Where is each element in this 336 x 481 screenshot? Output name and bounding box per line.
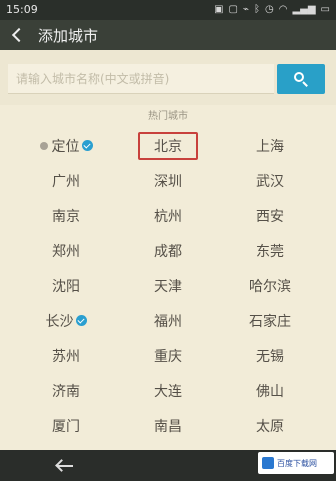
city-item[interactable]: 广州 bbox=[15, 163, 117, 198]
city-name: 定位 bbox=[51, 138, 80, 155]
wifi-icon: ◠ bbox=[278, 4, 288, 15]
city-name: 长沙 bbox=[45, 313, 74, 330]
city-item[interactable]: 苏州 bbox=[15, 338, 117, 373]
city-item[interactable]: 长沙 bbox=[15, 303, 117, 338]
usb-icon: ⌁ bbox=[242, 4, 249, 15]
city-name: 广州 bbox=[52, 173, 80, 190]
city-item[interactable]: 太原 bbox=[219, 408, 321, 443]
city-item[interactable]: 杭州 bbox=[117, 198, 219, 233]
hot-cities-grid: 定位 北京 上海广州 深圳 武汉南京 杭州 西安郑州 成都 东莞沈阳 天津 哈尔滨长沙 福州 石家庄苏州… bbox=[0, 128, 336, 443]
back-chevron-icon[interactable] bbox=[11, 27, 27, 43]
city-item[interactable]: 西安 bbox=[219, 198, 321, 233]
watermark-logo-icon bbox=[262, 457, 274, 469]
battery-icon: ▭ bbox=[320, 4, 330, 15]
city-search-input[interactable] bbox=[8, 64, 274, 94]
city-item[interactable]: 定位 bbox=[15, 128, 117, 163]
hot-cities-header: 热门城市 bbox=[148, 111, 188, 122]
city-item[interactable]: 深圳 bbox=[117, 163, 219, 198]
city-item[interactable]: 北京 bbox=[117, 128, 219, 163]
city-item[interactable]: 济南 bbox=[15, 373, 117, 408]
nav-back-arrow-icon[interactable] bbox=[55, 458, 75, 474]
status-time: 15:09 bbox=[6, 3, 38, 16]
city-item[interactable]: 上海 bbox=[219, 128, 321, 163]
page-title: 添加城市 bbox=[38, 26, 99, 45]
city-item[interactable]: 大连 bbox=[117, 373, 219, 408]
city-name: 佛山 bbox=[256, 383, 284, 400]
city-item[interactable]: 厦门 bbox=[15, 408, 117, 443]
city-name: 厦门 bbox=[52, 418, 80, 435]
city-name: 济南 bbox=[52, 383, 80, 400]
search-area bbox=[0, 50, 336, 105]
city-name: 石家庄 bbox=[249, 313, 291, 330]
watermark: 百度下载网 bbox=[258, 452, 334, 474]
title-bar: 添加城市 bbox=[0, 20, 336, 50]
location-icon bbox=[39, 141, 48, 150]
city-name: 成都 bbox=[154, 243, 182, 260]
city-item[interactable]: 南昌 bbox=[117, 408, 219, 443]
city-item[interactable]: 成都 bbox=[117, 233, 219, 268]
city-name: 无锡 bbox=[256, 348, 284, 365]
city-name: 武汉 bbox=[256, 173, 284, 190]
signal-icon: ▂▄▆ bbox=[292, 4, 316, 15]
status-icons: ▣ ▢ ⌁ ᛒ ◷ ◠ ▂▄▆ ▭ bbox=[214, 0, 330, 20]
check-icon bbox=[81, 140, 93, 151]
city-name: 天津 bbox=[154, 278, 182, 295]
city-name: 苏州 bbox=[52, 348, 80, 365]
city-item[interactable]: 无锡 bbox=[219, 338, 321, 373]
city-item[interactable]: 重庆 bbox=[117, 338, 219, 373]
city-name: 东莞 bbox=[256, 243, 284, 260]
status-bar: 15:09 ▣ ▢ ⌁ ᛒ ◷ ◠ ▂▄▆ ▭ bbox=[0, 0, 336, 20]
city-name: 重庆 bbox=[154, 348, 182, 365]
city-name: 沈阳 bbox=[52, 278, 80, 295]
city-item[interactable]: 南京 bbox=[15, 198, 117, 233]
search-button[interactable] bbox=[277, 64, 325, 94]
city-item[interactable]: 沈阳 bbox=[15, 268, 117, 303]
check-icon bbox=[75, 315, 87, 326]
city-name: 福州 bbox=[154, 313, 182, 330]
city-item[interactable]: 武汉 bbox=[219, 163, 321, 198]
city-name: 太原 bbox=[256, 418, 284, 435]
city-name: 南京 bbox=[52, 208, 80, 225]
city-name: 上海 bbox=[256, 138, 284, 155]
city-name: 北京 bbox=[138, 131, 198, 160]
bluetooth-icon: ᛒ bbox=[254, 4, 260, 15]
image-icon: ▢ bbox=[228, 4, 238, 15]
city-item[interactable]: 哈尔滨 bbox=[219, 268, 321, 303]
search-icon bbox=[294, 72, 308, 87]
city-item[interactable]: 佛山 bbox=[219, 373, 321, 408]
city-name: 杭州 bbox=[154, 208, 182, 225]
city-name: 西安 bbox=[256, 208, 284, 225]
alarm-icon: ◷ bbox=[265, 4, 274, 15]
city-name: 郑州 bbox=[52, 243, 80, 260]
city-item[interactable]: 石家庄 bbox=[219, 303, 321, 338]
notification-icon: ▣ bbox=[214, 4, 224, 15]
city-item[interactable]: 福州 bbox=[117, 303, 219, 338]
watermark-text: 百度下载网 bbox=[277, 458, 317, 468]
city-item[interactable]: 郑州 bbox=[15, 233, 117, 268]
city-name: 大连 bbox=[154, 383, 182, 400]
city-name: 哈尔滨 bbox=[249, 278, 291, 295]
city-item[interactable]: 天津 bbox=[117, 268, 219, 303]
city-name: 南昌 bbox=[154, 418, 182, 435]
city-item[interactable]: 东莞 bbox=[219, 233, 321, 268]
city-name: 深圳 bbox=[154, 173, 182, 190]
